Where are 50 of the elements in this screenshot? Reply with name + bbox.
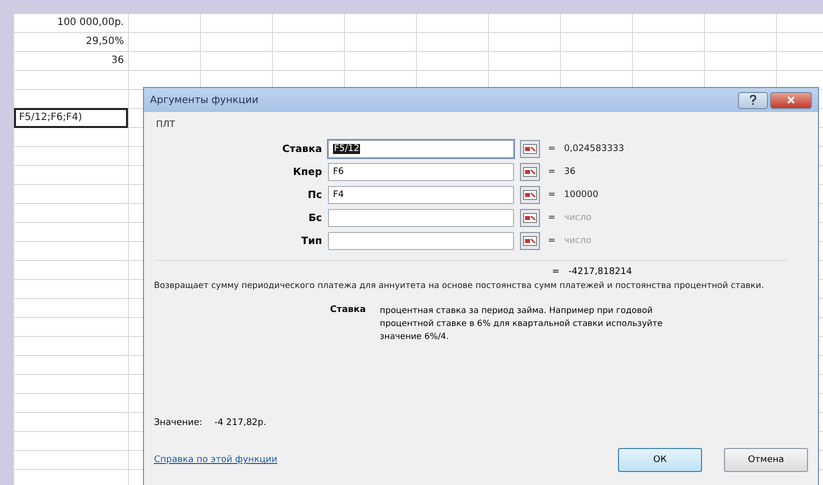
- range-select-button[interactable]: [520, 209, 540, 227]
- equals-sign: =: [552, 267, 560, 277]
- range-select-button[interactable]: [520, 186, 540, 204]
- collapse-dialog-icon: [523, 190, 537, 200]
- cell-editor[interactable]: F5/12;F6;F4): [14, 108, 128, 128]
- argument-result: число: [564, 213, 592, 223]
- help-icon: [749, 95, 757, 105]
- equals-sign: =: [548, 144, 557, 154]
- argument-result: число: [564, 236, 592, 246]
- collapse-dialog-icon: [523, 167, 537, 177]
- input-field[interactable]: F6: [328, 163, 514, 181]
- argument-label: Ставка: [281, 144, 322, 154]
- collapse-dialog-icon: [523, 144, 537, 154]
- close-button[interactable]: [770, 92, 812, 108]
- dialog-button[interactable]: ОК: [618, 448, 702, 472]
- input-field[interactable]: [328, 209, 514, 227]
- help-button[interactable]: [738, 92, 768, 108]
- range-select-button[interactable]: [520, 163, 540, 181]
- table-cell-text: 36: [110, 54, 125, 68]
- function-description: Возвращает сумму периодического платежа для аннуитета на основе постоянства сумм платежей и постоянства процентной ставки.: [154, 280, 765, 293]
- table-cell-text: 29,50%: [84, 35, 125, 49]
- argument-result: 36: [564, 167, 576, 177]
- input-field[interactable]: F5/12: [328, 140, 514, 158]
- close-icon: [787, 96, 795, 104]
- argument-result: 100000: [564, 190, 600, 200]
- equals-sign: =: [548, 236, 557, 246]
- argument-name: Ставка: [330, 305, 366, 317]
- argument-label: Кпер: [292, 166, 322, 178]
- range-select-button[interactable]: [520, 140, 540, 158]
- input-field[interactable]: F4: [328, 186, 514, 204]
- argument-description: процентная ставка за период займа. Например при годовой процентной ставке в 6% для квартальной ставки используйте значение 6%/4.: [380, 305, 664, 344]
- table-cell-text: 100 000,00р.: [56, 16, 125, 30]
- value-label: Значение:: [154, 418, 202, 428]
- collapse-dialog-icon: [523, 213, 537, 223]
- equals-sign: =: [548, 190, 557, 200]
- collapse-dialog-icon: [523, 236, 537, 246]
- dialog-button[interactable]: Отмена: [724, 448, 808, 472]
- equals-sign: =: [548, 167, 557, 177]
- help-link[interactable]: Справка по этой функции: [154, 455, 596, 465]
- equals-sign: =: [548, 213, 557, 223]
- dialog-title: Аргументы функции: [150, 94, 260, 106]
- range-select-button[interactable]: [520, 232, 540, 250]
- input-field[interactable]: [328, 232, 514, 250]
- value-text: -4 217,82р.: [214, 418, 266, 428]
- argument-label: Пс: [306, 190, 322, 200]
- argument-label: Бс: [307, 212, 322, 224]
- argument-result: 0,024583333: [564, 144, 626, 154]
- function-name: ПЛТ: [156, 120, 176, 130]
- formula-result: -4217,818214: [568, 267, 632, 277]
- argument-label: Тип: [300, 236, 322, 246]
